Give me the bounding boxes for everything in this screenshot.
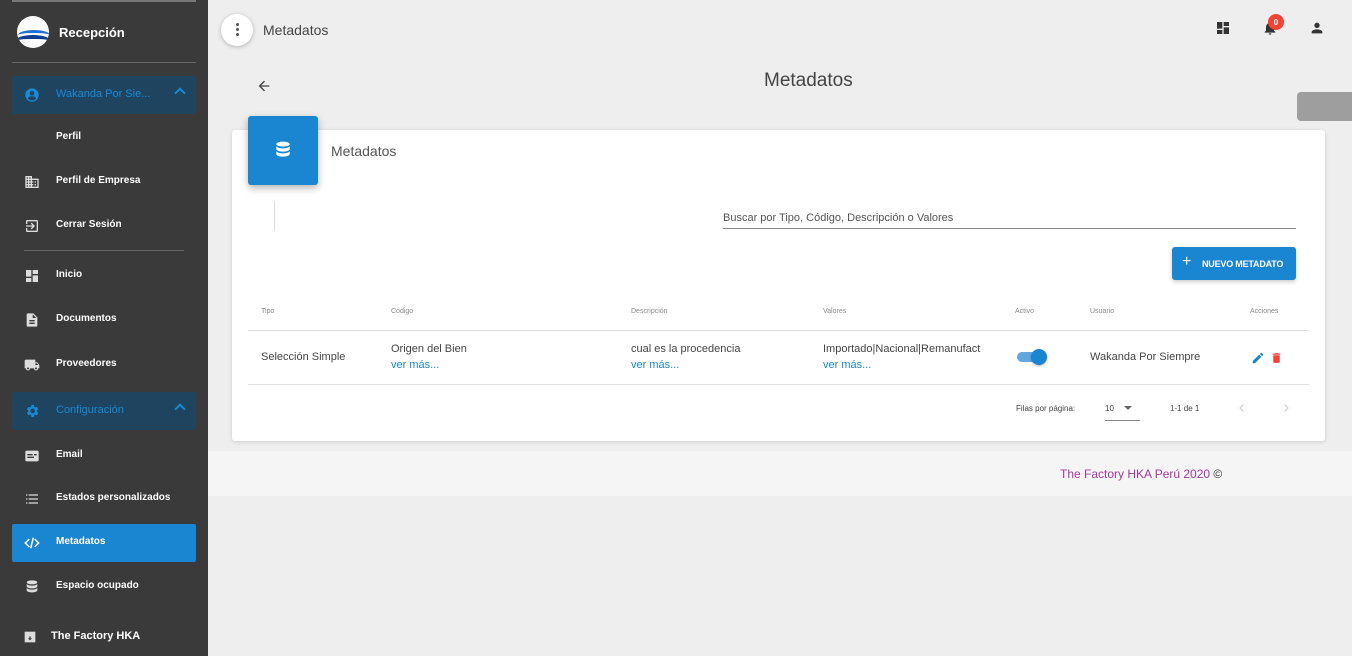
chevron-left-icon[interactable] — [1236, 402, 1248, 414]
sidebar: Recepción Wakanda Por Sie... Perfil Perf… — [0, 0, 208, 656]
rows-per-page-select[interactable]: 10 — [1105, 398, 1140, 421]
column-header-valores[interactable]: Valores — [823, 308, 846, 315]
account-circle-icon — [25, 88, 39, 102]
sidebar-item-espacio[interactable]: Espacio ocupado — [12, 568, 196, 606]
person-icon[interactable] — [1309, 20, 1325, 36]
cell-descripcion: cual es la procedencia — [631, 343, 741, 355]
logout-icon — [26, 220, 38, 232]
new-metadata-label: NUEVO METADATO — [1202, 259, 1284, 269]
side-tab[interactable] — [1297, 92, 1352, 121]
card-title: Metadatos — [331, 143, 397, 159]
column-header-descripcion[interactable]: Descripción — [631, 308, 668, 315]
new-metadata-button[interactable]: + NUEVO METADATO — [1172, 247, 1296, 280]
topbar-title: Metadatos — [263, 22, 329, 38]
chevron-right-icon[interactable] — [1280, 402, 1292, 414]
sidebar-item-email[interactable]: Email — [12, 437, 196, 475]
caret-down-icon — [1124, 406, 1132, 410]
column-header-activo[interactable]: Activo — [1015, 308, 1034, 315]
sidebar-item-label: Metadatos — [56, 536, 106, 547]
sidebar-item-factory[interactable]: The Factory HKA — [12, 618, 196, 656]
document-icon — [26, 313, 38, 327]
pagination-range: 1-1 de 1 — [1170, 404, 1200, 413]
ver-mas-link[interactable]: ver más... — [391, 359, 439, 371]
sidebar-item-metadatos[interactable]: Metadatos — [12, 524, 196, 562]
sidebar-item-inicio[interactable]: Inicio — [12, 257, 196, 295]
business-icon — [25, 176, 39, 188]
factory-logo-icon — [24, 631, 36, 643]
sidebar-item-perfil[interactable]: Perfil — [12, 119, 196, 157]
sidebar-item-label: Espacio ocupado — [56, 580, 139, 591]
more-vert-icon — [236, 23, 239, 26]
sidebar-item-documentos[interactable]: Documentos — [12, 301, 196, 339]
more-menu-button[interactable] — [221, 14, 253, 46]
sidebar-item-label: Inicio — [56, 269, 83, 280]
column-header-tipo[interactable]: Tipo — [261, 308, 274, 315]
page-title: Metadatos — [764, 70, 853, 91]
cell-usuario: Wakanda Por Siempre — [1090, 351, 1201, 363]
rows-per-page-value: 10 — [1105, 404, 1114, 413]
divider — [248, 384, 1309, 385]
ver-mas-link[interactable]: ver más... — [631, 359, 679, 371]
rows-per-page-label: Filas por página: — [1016, 404, 1076, 413]
plus-icon: + — [1182, 253, 1192, 270]
cell-codigo: Origen del Bien — [391, 343, 467, 355]
divider — [274, 201, 275, 231]
sidebar-item-perfil-empresa[interactable]: Perfil de Empresa — [12, 163, 196, 201]
sidebar-item-label: Cerrar Sesión — [56, 219, 122, 230]
divider — [24, 250, 184, 251]
code-icon — [24, 537, 40, 549]
sidebar-group-configuracion[interactable]: Configuración — [12, 392, 196, 430]
delete-icon[interactable] — [1270, 351, 1283, 365]
ver-mas-link[interactable]: ver más... — [823, 359, 871, 371]
truck-icon — [24, 359, 40, 371]
sidebar-group-config-label: Configuración — [56, 404, 124, 416]
gear-icon — [26, 405, 39, 417]
sidebar-item-label: The Factory HKA — [51, 630, 141, 642]
list-icon — [26, 494, 38, 504]
copyright-symbol: © — [1213, 467, 1223, 481]
sidebar-group-user[interactable]: Wakanda Por Sie... — [12, 76, 196, 114]
column-header-usuario[interactable]: Usuario — [1090, 308, 1114, 315]
sidebar-item-label: Documentos — [56, 313, 117, 324]
cell-valores: Importado|Nacional|Remanufact — [823, 343, 981, 355]
search-input[interactable] — [723, 207, 1296, 229]
sidebar-item-proveedores[interactable]: Proveedores — [12, 346, 196, 384]
metadatos-card — [232, 130, 1325, 441]
cell-tipo: Selección Simple — [261, 351, 346, 363]
footer-link[interactable]: The Factory HKA Perú 2020 — [1060, 467, 1210, 481]
sidebar-group-user-label: Wakanda Por Sie... — [56, 88, 151, 100]
database-icon — [276, 141, 290, 157]
brand-name: Recepción — [59, 25, 125, 40]
sidebar-item-label: Estados personalizados — [56, 492, 171, 503]
sidebar-item-label: Perfil — [56, 131, 82, 142]
brand[interactable]: Recepción — [0, 14, 208, 52]
dashboard-icon[interactable] — [1215, 20, 1231, 36]
chevron-up-icon — [174, 403, 186, 415]
sidebar-item-label: Proveedores — [56, 358, 117, 369]
sidebar-item-label: Email — [56, 449, 83, 460]
sidebar-item-cerrar-sesion[interactable]: Cerrar Sesión — [12, 207, 196, 245]
divider — [248, 330, 1309, 331]
sidebar-item-label: Perfil de Empresa — [56, 175, 141, 186]
arrow-back-icon[interactable] — [255, 78, 273, 94]
card-header-icon — [248, 116, 318, 185]
dashboard-icon — [26, 270, 38, 282]
column-header-codigo[interactable]: Código — [391, 308, 413, 315]
chevron-up-icon — [174, 87, 186, 99]
brand-logo — [17, 16, 49, 48]
footer-text: The Factory HKA Perú 2020 © — [1060, 467, 1222, 481]
divider — [12, 62, 196, 63]
notification-badge: 0 — [1268, 14, 1284, 30]
edit-icon[interactable] — [1251, 351, 1265, 365]
database-icon — [26, 580, 38, 593]
email-card-icon — [25, 450, 39, 462]
sidebar-item-estados[interactable]: Estados personalizados — [12, 480, 196, 518]
column-header-acciones: Acciones — [1250, 308, 1279, 315]
active-toggle[interactable] — [1017, 349, 1047, 365]
